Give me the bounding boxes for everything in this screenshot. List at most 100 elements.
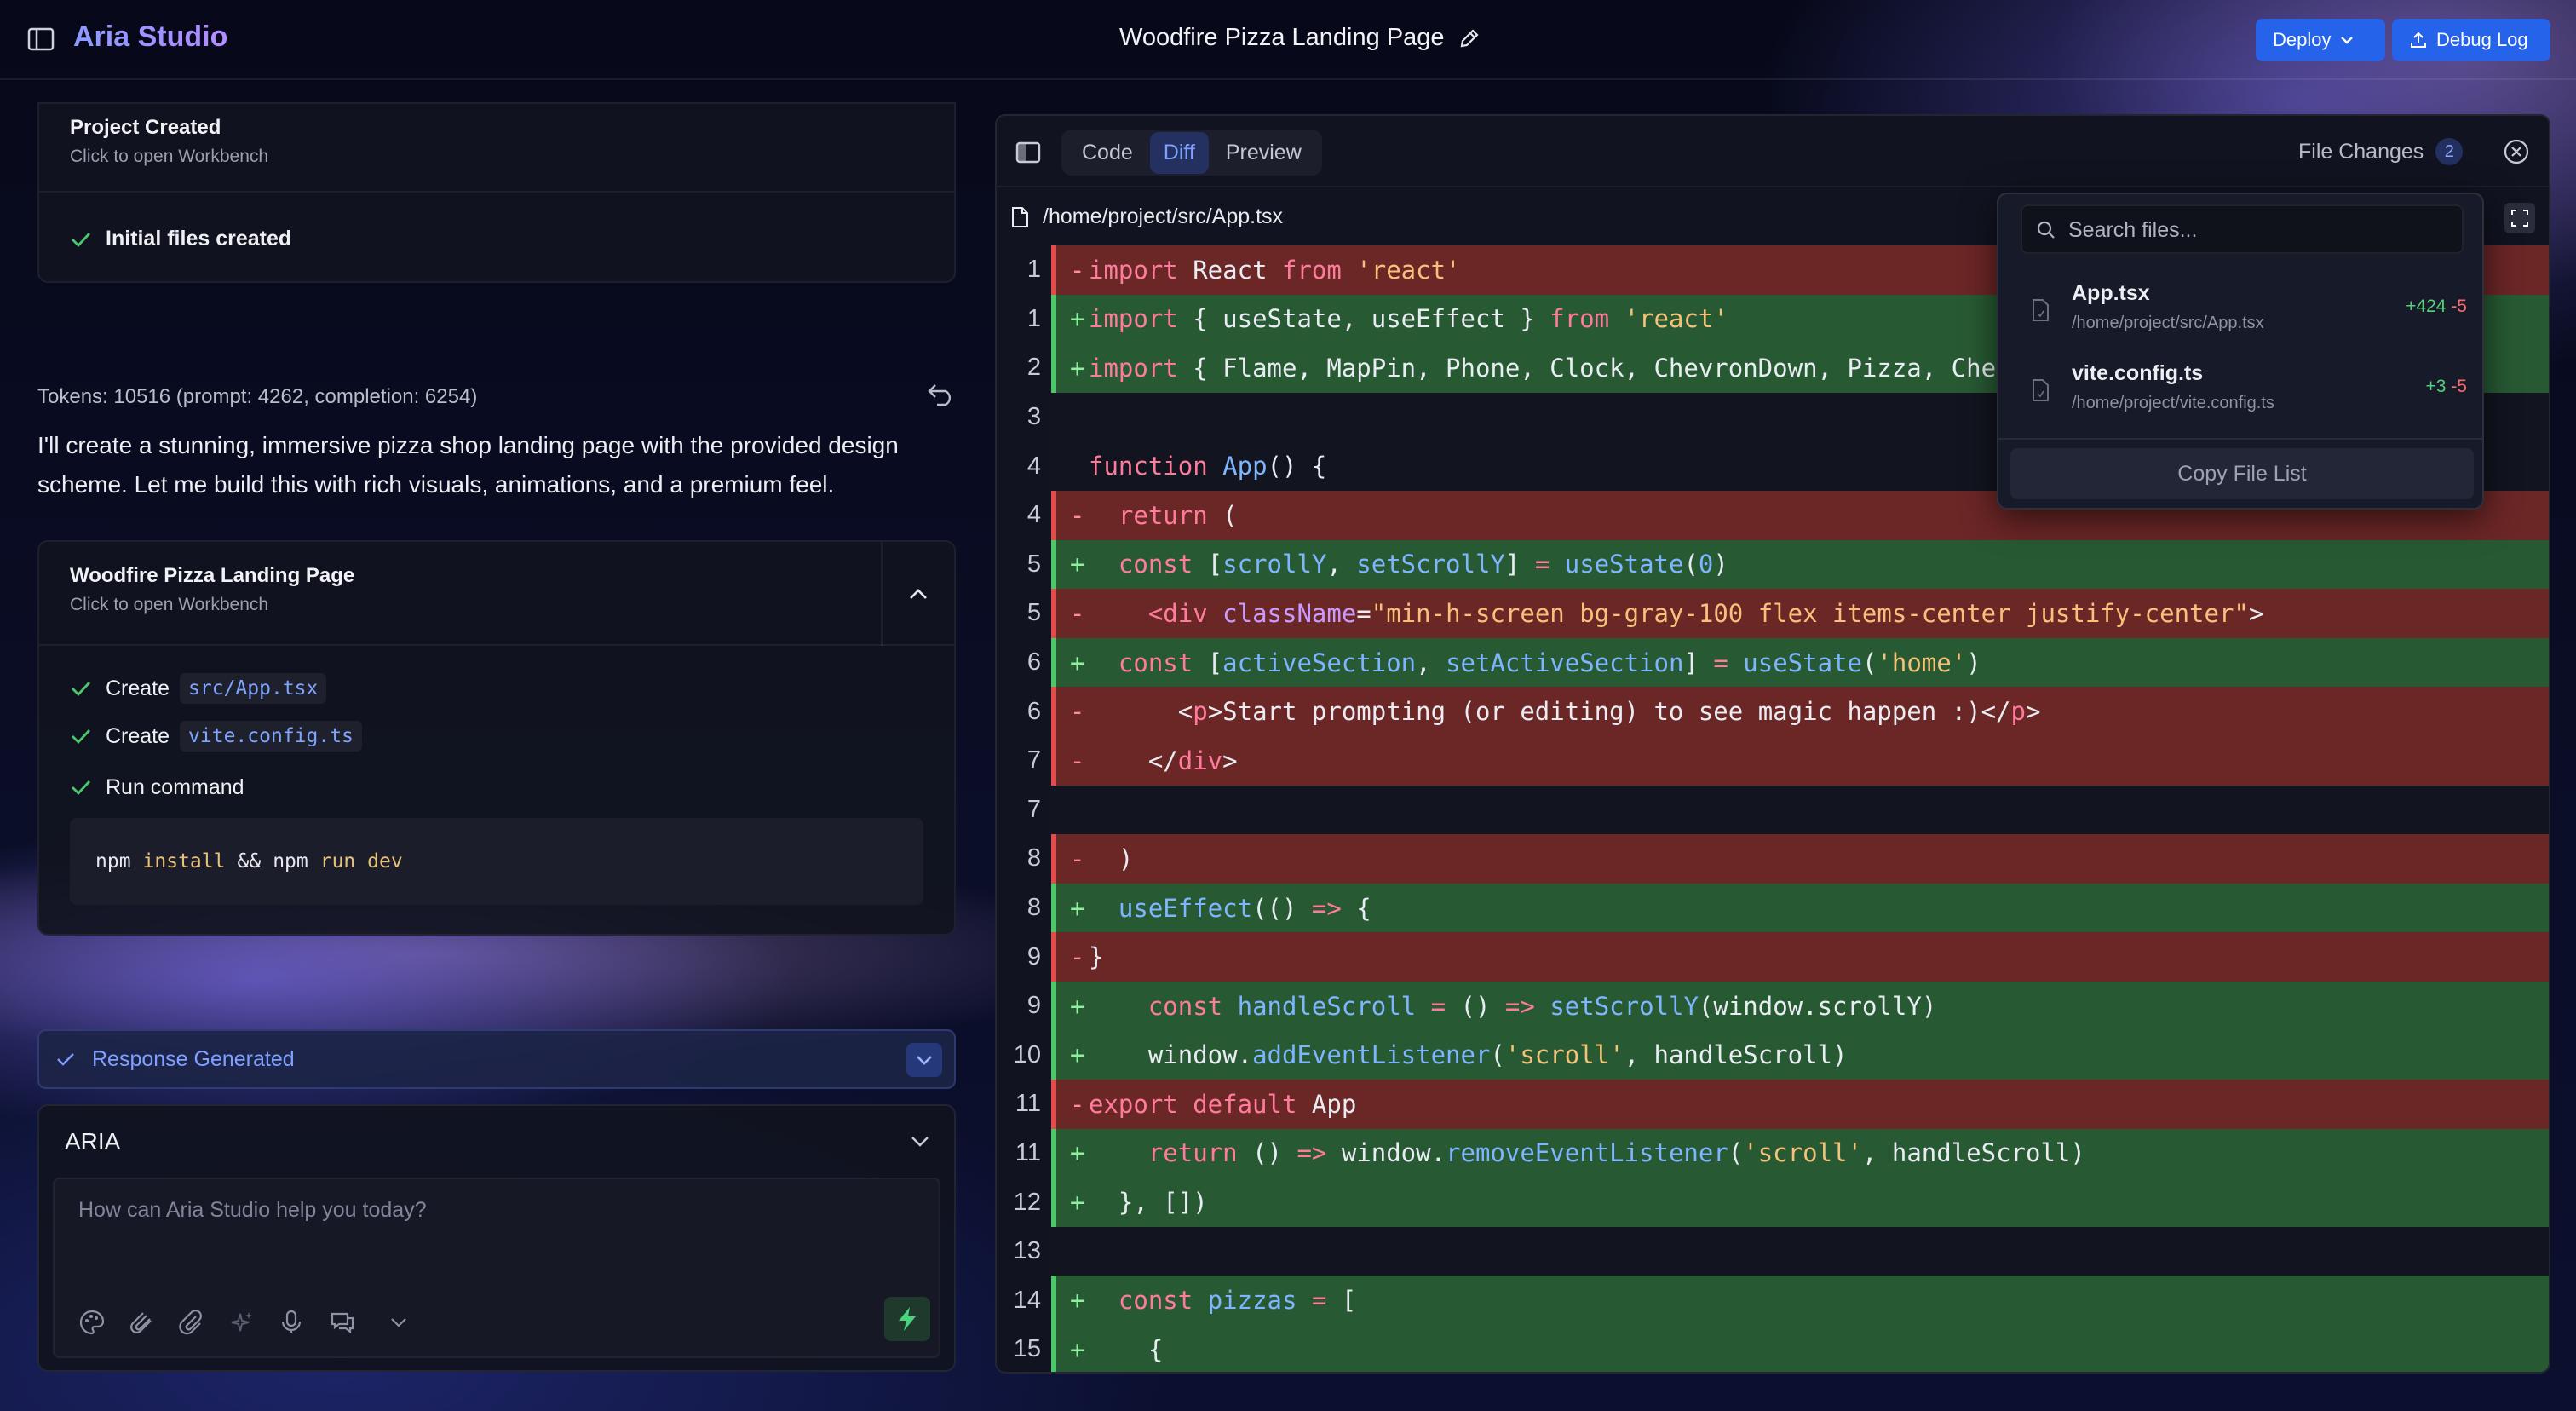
file-changes-count: 2 [2435, 138, 2464, 165]
assistant-message: I'll create a stunning, immersive pizza … [37, 432, 899, 498]
diff-marker: + [1051, 1325, 1089, 1372]
deploy-button[interactable]: Deploy [2256, 19, 2385, 61]
code-text: useEffect(() => { [1118, 893, 1371, 923]
diff-marker: + [1051, 883, 1089, 933]
edit-pencil-icon[interactable] [1458, 27, 1481, 49]
diff-line: 8 + useEffect(() => { [997, 883, 2549, 933]
file-icon [2033, 379, 2049, 401]
file-path: /home/project/src/App.tsx [2072, 314, 2264, 332]
send-button[interactable] [884, 1297, 930, 1341]
check-icon [72, 729, 91, 745]
top-bar: Aria Studio Woodfire Pizza Landing Page … [0, 0, 2576, 80]
file-change-item[interactable]: vite.config.ts /home/project/vite.config… [2024, 356, 2467, 424]
project-created-card[interactable]: Project Created Click to open Workbench … [37, 102, 956, 283]
line-number: 11 [997, 1080, 1051, 1129]
cmd-token: npm [273, 850, 308, 873]
code-text: const [scrollY, setScrollY] = useState(0… [1118, 550, 1728, 579]
diff-marker: + [1051, 981, 1089, 1031]
search-files-input[interactable] [2068, 218, 2443, 243]
lines-removed: -5 [2451, 377, 2467, 396]
tab-preview[interactable]: Preview [1212, 132, 1315, 174]
diff-line: 6- <p>Start prompting (or editing) to se… [997, 687, 2549, 736]
code-text: const handleScroll = () => setScrollY(wi… [1147, 991, 1937, 1021]
workbench-header: Code Diff Preview File Changes 2 [997, 116, 2549, 187]
diff-marker: - [1051, 589, 1089, 638]
tab-code[interactable]: Code [1068, 132, 1147, 174]
diff-marker: + [1051, 1276, 1089, 1326]
diff-marker: - [1051, 245, 1089, 295]
code-text: ) [1089, 844, 1134, 873]
line-number: 8 [997, 834, 1051, 884]
code-text: import React from 'react' [1089, 255, 1461, 285]
file-chip[interactable]: src/App.tsx [180, 673, 327, 704]
diff-marker: - [1051, 932, 1089, 982]
panel-toggle-icon[interactable] [1015, 141, 1041, 164]
line-number: 12 [997, 1178, 1051, 1227]
search-icon [2037, 221, 2055, 239]
diff-line: 5- <div className="min-h-screen bg-gray-… [997, 589, 2549, 638]
code-text: return () => window.removeEventListener(… [1147, 1138, 2085, 1168]
diff-marker [1051, 786, 1089, 835]
expand-button[interactable] [906, 1043, 942, 1077]
attach-icon[interactable] [177, 1309, 204, 1336]
chevron-down-icon [917, 1056, 932, 1065]
chevron-down-icon[interactable] [385, 1309, 412, 1336]
lines-added: +3 [2425, 377, 2447, 396]
code-text: return ( [1118, 500, 1238, 530]
diff-line: 11 + return () => window.removeEventListe… [997, 1128, 2549, 1178]
token-usage: Tokens: 10516 (prompt: 4262, completion:… [37, 385, 478, 408]
check-icon [72, 232, 91, 247]
close-icon[interactable] [2503, 138, 2530, 165]
palette-icon[interactable] [78, 1309, 106, 1336]
tab-diff[interactable]: Diff [1149, 131, 1209, 174]
file-changes-toggle[interactable]: File Changes 2 [2298, 138, 2464, 165]
copy-file-list-button[interactable]: Copy File List [2010, 448, 2474, 499]
view-tabs: Code Diff Preview [1061, 130, 1322, 176]
diff-marker: + [1051, 539, 1089, 590]
workbench-artifact-card[interactable]: Woodfire Pizza Landing Page Click to ope… [37, 540, 956, 936]
debug-log-button[interactable]: Debug Log [2392, 19, 2550, 61]
card-subtitle: Click to open Workbench [70, 595, 269, 614]
diff-line: 15 + { [997, 1325, 2549, 1372]
line-number: 7 [997, 785, 1051, 835]
deploy-label: Deploy [2273, 29, 2332, 50]
check-icon [72, 780, 91, 796]
brand-logo[interactable]: Aria Studio [73, 20, 227, 54]
code-text: { [1089, 1334, 1164, 1364]
attach-multiple-icon[interactable] [128, 1309, 155, 1336]
file-change-item[interactable]: App.tsx /home/project/src/App.tsx +424 -… [2024, 276, 2467, 344]
model-selector[interactable]: ARIA [65, 1128, 120, 1155]
collapse-button[interactable] [881, 542, 954, 646]
response-status-bar[interactable]: Response Generated [37, 1029, 956, 1089]
action-item: Create vite.config.ts [70, 717, 923, 755]
chat-input[interactable] [78, 1198, 913, 1223]
run-command-label: Run command [106, 775, 244, 799]
fullscreen-icon[interactable] [2504, 203, 2535, 233]
line-number: 2 [997, 343, 1051, 393]
lines-added: +424 [2406, 297, 2447, 316]
sidebar-toggle-icon[interactable] [27, 27, 55, 51]
chat-bubbles-icon[interactable] [329, 1309, 356, 1336]
code-text: <div className="min-h-screen bg-gray-100… [1147, 598, 2264, 628]
file-stats: +424 -5 [2406, 297, 2467, 317]
action-label: Create [106, 676, 170, 700]
line-number: 4 [997, 441, 1051, 491]
diff-line: 9 + const handleScroll = () => setScrollY… [997, 981, 2549, 1031]
file-path-bar: /home/project/src/App.tsx [1010, 204, 1283, 229]
diff-marker: + [1051, 637, 1089, 688]
cmd-token: run dev [319, 850, 403, 873]
chevron-down-icon[interactable] [910, 1135, 930, 1149]
line-number: 5 [997, 589, 1051, 638]
check-icon [72, 682, 91, 697]
lines-removed: -5 [2451, 297, 2467, 316]
microphone-icon[interactable] [278, 1309, 305, 1336]
search-box [2021, 204, 2464, 254]
file-chip[interactable]: vite.config.ts [180, 721, 362, 752]
line-number: 1 [997, 294, 1051, 344]
undo-icon[interactable] [927, 382, 956, 407]
diff-marker: - [1051, 687, 1089, 736]
diff-marker: - [1051, 735, 1089, 786]
sparkles-icon[interactable] [228, 1309, 256, 1336]
code-text: const [activeSection, setActiveSection] … [1118, 648, 1981, 677]
status-text: Initial files created [106, 227, 292, 251]
